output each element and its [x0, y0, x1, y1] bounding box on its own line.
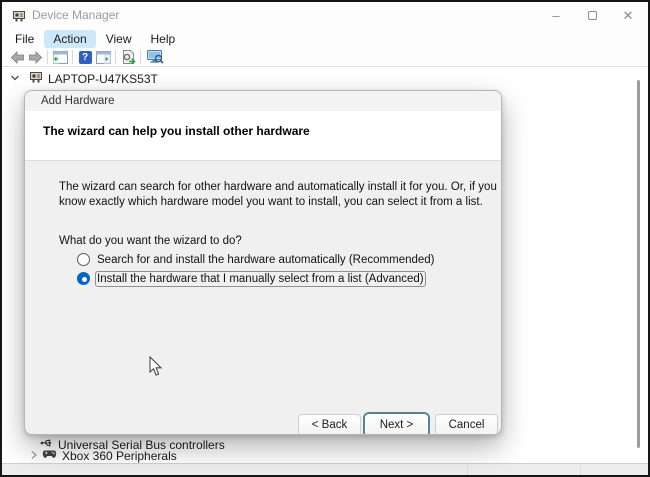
mouse-cursor-icon	[149, 356, 163, 380]
tree-root-label[interactable]: LAPTOP-U47KS53T	[48, 72, 158, 86]
radio-option-search-auto[interactable]: Search for and install the hardware auto…	[77, 253, 435, 266]
menu-help[interactable]: Help	[142, 30, 185, 48]
bottom-edge-strip	[2, 463, 648, 475]
window-title: Device Manager	[32, 2, 119, 29]
dialog-intro-text: The wizard can search for other hardware…	[59, 180, 501, 210]
window-controls: – ✕	[538, 2, 646, 29]
chevron-right-icon[interactable]	[30, 449, 38, 463]
title-bar: Device Manager – ✕	[2, 2, 648, 29]
device-manager-app-icon	[12, 9, 26, 26]
dialog-question: What do you want the wizard to do?	[59, 235, 242, 247]
show-console-tree-icon[interactable]	[51, 49, 69, 66]
menu-view[interactable]: View	[97, 30, 141, 48]
maximize-button[interactable]	[574, 2, 610, 29]
vertical-scrollbar[interactable]	[637, 80, 640, 448]
add-hardware-dialog: Add Hardware The wizard can help you ins…	[24, 90, 502, 435]
next-button[interactable]: Next >	[365, 414, 428, 435]
tree-xbox-label[interactable]: Xbox 360 Peripherals	[62, 449, 177, 463]
dialog-heading: The wizard can help you install other ha…	[25, 111, 501, 138]
cancel-button[interactable]: Cancel	[435, 414, 498, 435]
radio-auto-label[interactable]: Search for and install the hardware auto…	[97, 254, 435, 266]
scan-hardware-changes-icon[interactable]	[119, 49, 137, 66]
menu-file[interactable]: File	[6, 30, 43, 48]
device-manager-window: Device Manager – ✕ File Action View Help	[0, 0, 650, 477]
dialog-title: Add Hardware	[25, 91, 501, 111]
maximize-icon	[588, 11, 597, 20]
toolbar-separator	[47, 50, 48, 64]
question-mark-glyph: ?	[79, 51, 92, 64]
menu-bar: File Action View Help	[2, 29, 648, 48]
back-button[interactable]: < Back	[298, 414, 361, 435]
show-action-pane-icon[interactable]	[94, 49, 112, 66]
radio-manual-label[interactable]: Install the hardware that I manually sel…	[97, 273, 424, 285]
gamepad-icon	[42, 449, 57, 463]
radio-unselected-icon[interactable]	[77, 253, 90, 266]
minimize-button[interactable]: –	[538, 2, 574, 29]
strip-divider	[580, 465, 581, 476]
close-button[interactable]: ✕	[610, 2, 646, 29]
tree-root-row[interactable]: LAPTOP-U47KS53T	[10, 70, 158, 87]
strip-divider	[467, 465, 468, 476]
computer-search-icon[interactable]	[144, 49, 166, 66]
computer-icon	[29, 70, 43, 87]
tree-row-xbox[interactable]: Xbox 360 Peripherals	[30, 449, 177, 463]
forward-icon[interactable]	[26, 49, 44, 66]
back-icon[interactable]	[8, 49, 26, 66]
dialog-header: The wizard can help you install other ha…	[25, 111, 501, 161]
toolbar-separator	[115, 50, 116, 64]
toolbar-separator	[140, 50, 141, 64]
chevron-down-icon[interactable]	[10, 72, 20, 86]
radio-option-manual-install[interactable]: Install the hardware that I manually sel…	[77, 272, 424, 285]
toolbar-separator	[72, 50, 73, 64]
radio-selected-icon[interactable]	[77, 272, 90, 285]
help-icon[interactable]: ?	[76, 49, 94, 66]
menu-action[interactable]: Action	[44, 30, 95, 48]
toolbar: ?	[2, 48, 648, 67]
